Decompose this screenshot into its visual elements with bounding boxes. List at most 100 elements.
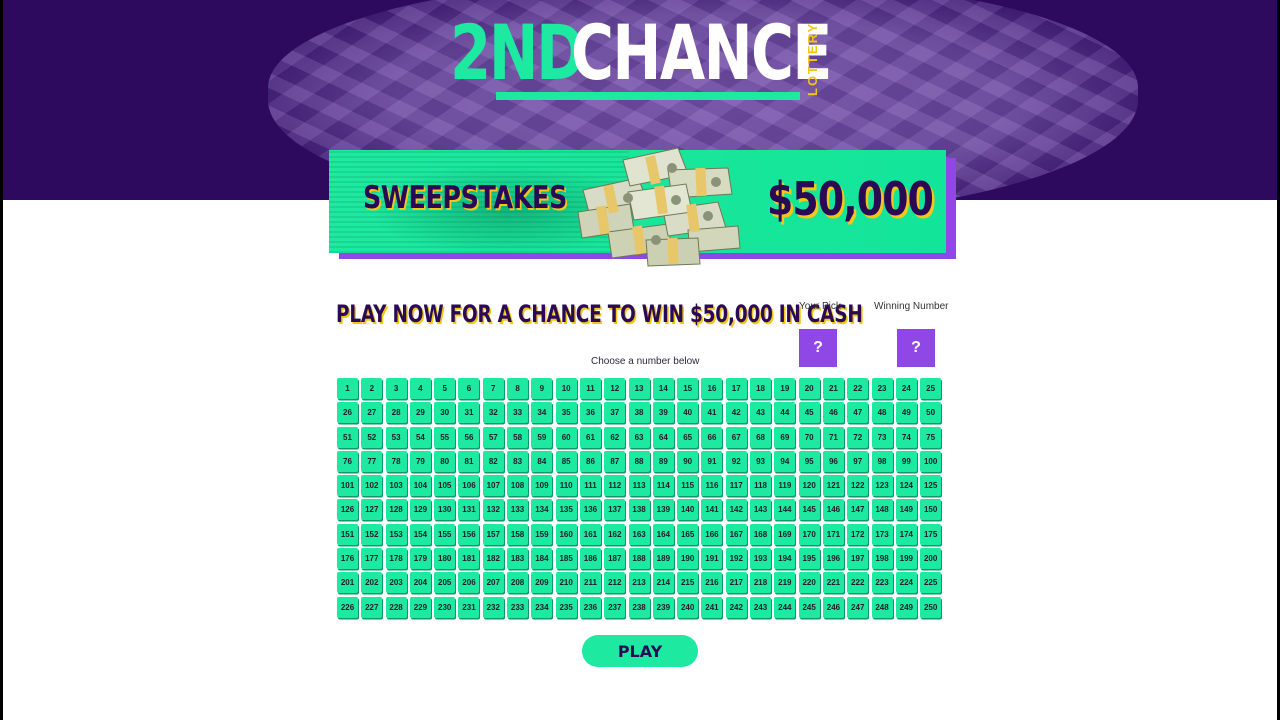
- number-button-209[interactable]: 209: [531, 572, 553, 594]
- number-button-60[interactable]: 60: [555, 426, 577, 448]
- number-button-2[interactable]: 2: [361, 378, 383, 399]
- number-button-118[interactable]: 118: [750, 475, 772, 497]
- number-button-178[interactable]: 178: [385, 548, 407, 570]
- number-button-130[interactable]: 130: [434, 499, 456, 521]
- number-button-5[interactable]: 5: [434, 378, 456, 399]
- number-button-249[interactable]: 249: [895, 596, 917, 618]
- number-button-46[interactable]: 46: [822, 402, 844, 424]
- number-button-191[interactable]: 191: [701, 548, 723, 570]
- number-button-91[interactable]: 91: [701, 450, 723, 472]
- number-button-227[interactable]: 227: [361, 596, 383, 618]
- number-button-111[interactable]: 111: [579, 475, 601, 497]
- number-button-250[interactable]: 250: [920, 596, 942, 618]
- number-button-74[interactable]: 74: [895, 426, 917, 448]
- number-button-246[interactable]: 246: [822, 596, 844, 618]
- number-button-201[interactable]: 201: [337, 572, 358, 594]
- number-button-99[interactable]: 99: [895, 450, 917, 472]
- number-button-206[interactable]: 206: [458, 572, 480, 594]
- number-button-51[interactable]: 51: [337, 426, 358, 448]
- number-button-109[interactable]: 109: [531, 475, 553, 497]
- number-button-71[interactable]: 71: [822, 426, 844, 448]
- number-button-37[interactable]: 37: [604, 402, 626, 424]
- number-button-103[interactable]: 103: [385, 475, 407, 497]
- number-button-142[interactable]: 142: [725, 499, 747, 521]
- number-button-42[interactable]: 42: [725, 402, 747, 424]
- number-button-106[interactable]: 106: [458, 475, 480, 497]
- number-button-174[interactable]: 174: [895, 523, 917, 545]
- number-button-83[interactable]: 83: [507, 450, 529, 472]
- number-button-104[interactable]: 104: [409, 475, 431, 497]
- number-button-159[interactable]: 159: [531, 523, 553, 545]
- number-button-69[interactable]: 69: [774, 426, 796, 448]
- number-button-15[interactable]: 15: [677, 378, 699, 399]
- number-button-92[interactable]: 92: [725, 450, 747, 472]
- number-button-243[interactable]: 243: [750, 596, 772, 618]
- number-button-167[interactable]: 167: [725, 523, 747, 545]
- number-button-156[interactable]: 156: [458, 523, 480, 545]
- number-button-214[interactable]: 214: [652, 572, 674, 594]
- number-button-223[interactable]: 223: [871, 572, 893, 594]
- number-button-149[interactable]: 149: [895, 499, 917, 521]
- number-button-49[interactable]: 49: [895, 402, 917, 424]
- number-button-27[interactable]: 27: [361, 402, 383, 424]
- number-button-94[interactable]: 94: [774, 450, 796, 472]
- number-button-166[interactable]: 166: [701, 523, 723, 545]
- number-button-4[interactable]: 4: [409, 378, 431, 399]
- number-button-170[interactable]: 170: [798, 523, 820, 545]
- number-button-25[interactable]: 25: [920, 378, 942, 399]
- number-button-85[interactable]: 85: [555, 450, 577, 472]
- number-button-161[interactable]: 161: [579, 523, 601, 545]
- number-button-244[interactable]: 244: [774, 596, 796, 618]
- number-button-39[interactable]: 39: [652, 402, 674, 424]
- number-button-192[interactable]: 192: [725, 548, 747, 570]
- number-button-127[interactable]: 127: [361, 499, 383, 521]
- number-button-18[interactable]: 18: [750, 378, 772, 399]
- number-button-31[interactable]: 31: [458, 402, 480, 424]
- number-button-207[interactable]: 207: [482, 572, 504, 594]
- number-button-66[interactable]: 66: [701, 426, 723, 448]
- number-button-24[interactable]: 24: [895, 378, 917, 399]
- number-button-41[interactable]: 41: [701, 402, 723, 424]
- number-button-29[interactable]: 29: [409, 402, 431, 424]
- number-button-173[interactable]: 173: [871, 523, 893, 545]
- number-button-38[interactable]: 38: [628, 402, 650, 424]
- number-button-96[interactable]: 96: [822, 450, 844, 472]
- number-button-133[interactable]: 133: [507, 499, 529, 521]
- number-button-176[interactable]: 176: [337, 548, 358, 570]
- number-button-190[interactable]: 190: [677, 548, 699, 570]
- number-button-238[interactable]: 238: [628, 596, 650, 618]
- number-button-129[interactable]: 129: [409, 499, 431, 521]
- number-button-36[interactable]: 36: [579, 402, 601, 424]
- number-button-33[interactable]: 33: [507, 402, 529, 424]
- number-button-147[interactable]: 147: [847, 499, 869, 521]
- number-button-80[interactable]: 80: [434, 450, 456, 472]
- number-button-40[interactable]: 40: [677, 402, 699, 424]
- number-button-247[interactable]: 247: [847, 596, 869, 618]
- number-button-183[interactable]: 183: [507, 548, 529, 570]
- number-button-187[interactable]: 187: [604, 548, 626, 570]
- number-button-169[interactable]: 169: [774, 523, 796, 545]
- number-button-197[interactable]: 197: [847, 548, 869, 570]
- number-button-62[interactable]: 62: [604, 426, 626, 448]
- number-button-186[interactable]: 186: [579, 548, 601, 570]
- number-button-123[interactable]: 123: [871, 475, 893, 497]
- number-button-213[interactable]: 213: [628, 572, 650, 594]
- number-button-171[interactable]: 171: [822, 523, 844, 545]
- number-button-177[interactable]: 177: [361, 548, 383, 570]
- number-button-90[interactable]: 90: [677, 450, 699, 472]
- number-button-30[interactable]: 30: [434, 402, 456, 424]
- number-button-81[interactable]: 81: [458, 450, 480, 472]
- number-button-121[interactable]: 121: [822, 475, 844, 497]
- number-button-164[interactable]: 164: [652, 523, 674, 545]
- number-button-43[interactable]: 43: [750, 402, 772, 424]
- number-button-93[interactable]: 93: [750, 450, 772, 472]
- number-button-7[interactable]: 7: [482, 378, 504, 399]
- number-button-82[interactable]: 82: [482, 450, 504, 472]
- number-button-225[interactable]: 225: [920, 572, 942, 594]
- number-button-236[interactable]: 236: [579, 596, 601, 618]
- number-button-45[interactable]: 45: [798, 402, 820, 424]
- number-button-95[interactable]: 95: [798, 450, 820, 472]
- number-button-146[interactable]: 146: [822, 499, 844, 521]
- number-button-110[interactable]: 110: [555, 475, 577, 497]
- number-button-50[interactable]: 50: [920, 402, 942, 424]
